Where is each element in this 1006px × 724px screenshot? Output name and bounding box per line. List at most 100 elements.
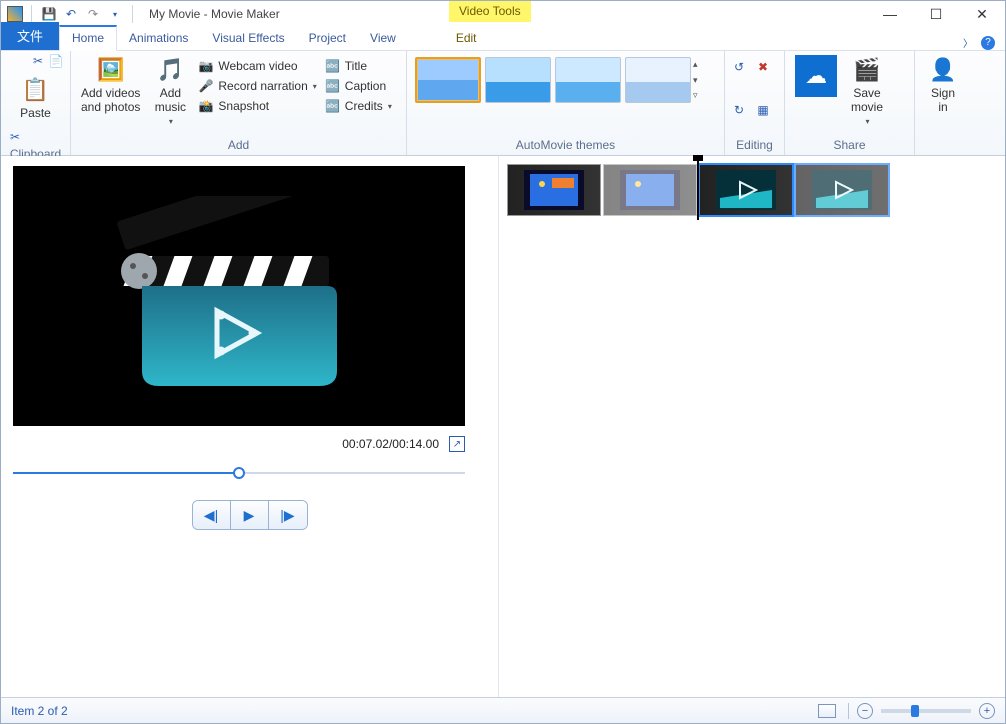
record-narration-button[interactable]: 🎤 Record narration ▾	[196, 77, 318, 95]
playback-slider[interactable]	[13, 464, 465, 482]
narration-label: Record narration	[218, 79, 307, 93]
save-movie-icon: 🎬	[852, 55, 882, 85]
caption-icon: 🔤	[325, 78, 341, 94]
qat-redo-icon[interactable]: ↷	[84, 5, 102, 23]
save-movie-button[interactable]: 🎬 Save movie ▾	[845, 53, 889, 128]
zoom-in-button[interactable]: +	[979, 703, 995, 719]
tab-animations[interactable]: Animations	[117, 27, 200, 50]
maximize-button[interactable]: ☐	[913, 1, 959, 27]
paste-label: Paste	[20, 107, 51, 121]
theme-default[interactable]	[415, 57, 481, 103]
status-bar: Item 2 of 2 − +	[1, 697, 1005, 723]
onedrive-icon: ☁	[795, 55, 837, 97]
close-button[interactable]: ✕	[959, 1, 1005, 27]
rotate-left-icon[interactable]: ↺	[731, 59, 747, 75]
qat-undo-icon[interactable]: ↶	[62, 5, 80, 23]
credits-icon: 🔤	[325, 98, 341, 114]
group-signin-label	[921, 150, 965, 155]
paste-button[interactable]: 📋 Paste	[14, 73, 58, 123]
credits-label: Credits	[345, 99, 383, 113]
tab-file[interactable]: 文件	[1, 22, 59, 50]
theme-2[interactable]	[485, 57, 551, 103]
copy-icon[interactable]: 📄	[48, 53, 64, 69]
qat-save-icon[interactable]: 💾	[40, 5, 58, 23]
delete-icon[interactable]: ✖	[755, 59, 771, 75]
add-music-button[interactable]: 🎵 Add music ▾	[148, 53, 192, 128]
app-window: 💾 ↶ ↷ ▾ My Movie - Movie Maker — ☐ ✕ Vid…	[0, 0, 1006, 724]
timeline-pane[interactable]	[499, 156, 1005, 697]
rotate-right-icon[interactable]: ↻	[731, 102, 747, 118]
webcam-label: Webcam video	[218, 59, 297, 73]
clip-1b[interactable]	[603, 164, 697, 216]
add-videos-label: Add videos and photos	[81, 87, 140, 115]
group-editing-label: Editing	[731, 136, 778, 155]
user-icon: 👤	[928, 55, 958, 85]
save-movie-label: Save movie	[851, 87, 883, 115]
play-controls: ◀| ▶ |▶	[13, 500, 486, 530]
group-share-label: Share	[791, 136, 908, 155]
chevron-down-icon: ▾	[169, 117, 173, 126]
tab-visual-effects[interactable]: Visual Effects	[200, 27, 296, 50]
clip-1a[interactable]	[507, 164, 601, 216]
workspace: 00:07.02/00:14.00 ↗ ◀| ▶ |▶	[1, 156, 1005, 697]
title-button[interactable]: 🔤Title	[323, 57, 394, 75]
onedrive-button[interactable]: ☁	[791, 53, 841, 99]
sign-in-label: Sign in	[931, 87, 955, 115]
title-btn-label: Title	[345, 59, 367, 73]
chevron-down-icon: ▾	[388, 102, 392, 111]
snapshot-button[interactable]: 📸Snapshot	[196, 97, 318, 115]
clip-2a[interactable]	[699, 164, 793, 216]
sign-in-button[interactable]: 👤 Sign in	[921, 53, 965, 117]
play-button[interactable]: ▶	[231, 501, 269, 529]
next-frame-button[interactable]: |▶	[269, 501, 307, 529]
ribbon: ✂ 📄 📋 Paste ✂ Clipboard 🖼️ Add videos an…	[1, 51, 1005, 156]
chevron-down-icon: ▾	[313, 82, 317, 91]
title-bar: 💾 ↶ ↷ ▾ My Movie - Movie Maker — ☐ ✕ Vid…	[1, 1, 1005, 27]
fullscreen-icon[interactable]: ↗	[449, 436, 465, 452]
chevron-up-icon[interactable]: ▴	[693, 59, 703, 70]
help-icon[interactable]: ?	[981, 36, 995, 50]
view-mode-button[interactable]	[818, 704, 836, 718]
zoom-control: − +	[857, 703, 995, 719]
zoom-slider[interactable]	[881, 709, 971, 713]
theme-4[interactable]	[625, 57, 691, 103]
preview-pane: 00:07.02/00:14.00 ↗ ◀| ▶ |▶	[1, 156, 499, 697]
context-tab-video-tools: Video Tools	[449, 1, 531, 22]
tab-edit[interactable]: Edit	[444, 27, 489, 50]
minimize-button[interactable]: —	[867, 1, 913, 27]
add-videos-icon: 🖼️	[96, 55, 126, 85]
credits-button[interactable]: 🔤 Credits ▾	[323, 97, 394, 115]
tab-view[interactable]: View	[358, 27, 408, 50]
qat-customize-icon[interactable]: ▾	[106, 5, 124, 23]
paste-icon: 📋	[21, 75, 51, 105]
app-icon	[7, 6, 23, 22]
prev-frame-button[interactable]: ◀|	[193, 501, 231, 529]
caption-label: Caption	[345, 79, 386, 93]
microphone-icon: 🎤	[198, 78, 214, 94]
select-all-icon[interactable]: ▦	[755, 102, 771, 118]
snapshot-icon: 📸	[198, 98, 214, 114]
clapperboard-thumbnail	[109, 196, 369, 396]
chevron-down-icon: ▾	[865, 117, 869, 126]
video-preview[interactable]	[13, 166, 465, 426]
caption-button[interactable]: 🔤 Caption	[323, 77, 394, 95]
webcam-video-button[interactable]: 📷 Webcam video	[196, 57, 318, 75]
music-icon: 🎵	[155, 55, 185, 85]
add-videos-photos-button[interactable]: 🖼️ Add videos and photos	[77, 53, 144, 117]
tab-project[interactable]: Project	[297, 27, 358, 50]
tab-home[interactable]: Home	[59, 25, 117, 51]
time-display: 00:07.02/00:14.00	[342, 437, 439, 451]
ribbon-collapse-icon[interactable]: 〉	[963, 35, 973, 50]
cut-icon[interactable]: ✂	[30, 53, 46, 69]
themes-navigator[interactable]: ▴ ▾ ▿	[693, 57, 703, 103]
clip-2b[interactable]	[795, 164, 889, 216]
add-music-label: Add music	[155, 87, 186, 115]
zoom-out-button[interactable]: −	[857, 703, 873, 719]
playhead[interactable]	[697, 160, 699, 220]
format-painter-icon[interactable]: ✂	[7, 129, 23, 145]
expand-gallery-icon[interactable]: ▿	[693, 90, 703, 101]
theme-3[interactable]	[555, 57, 621, 103]
chevron-down-icon[interactable]: ▾	[693, 75, 703, 86]
window-title: My Movie - Movie Maker	[143, 7, 280, 21]
webcam-icon: 📷	[198, 58, 214, 74]
